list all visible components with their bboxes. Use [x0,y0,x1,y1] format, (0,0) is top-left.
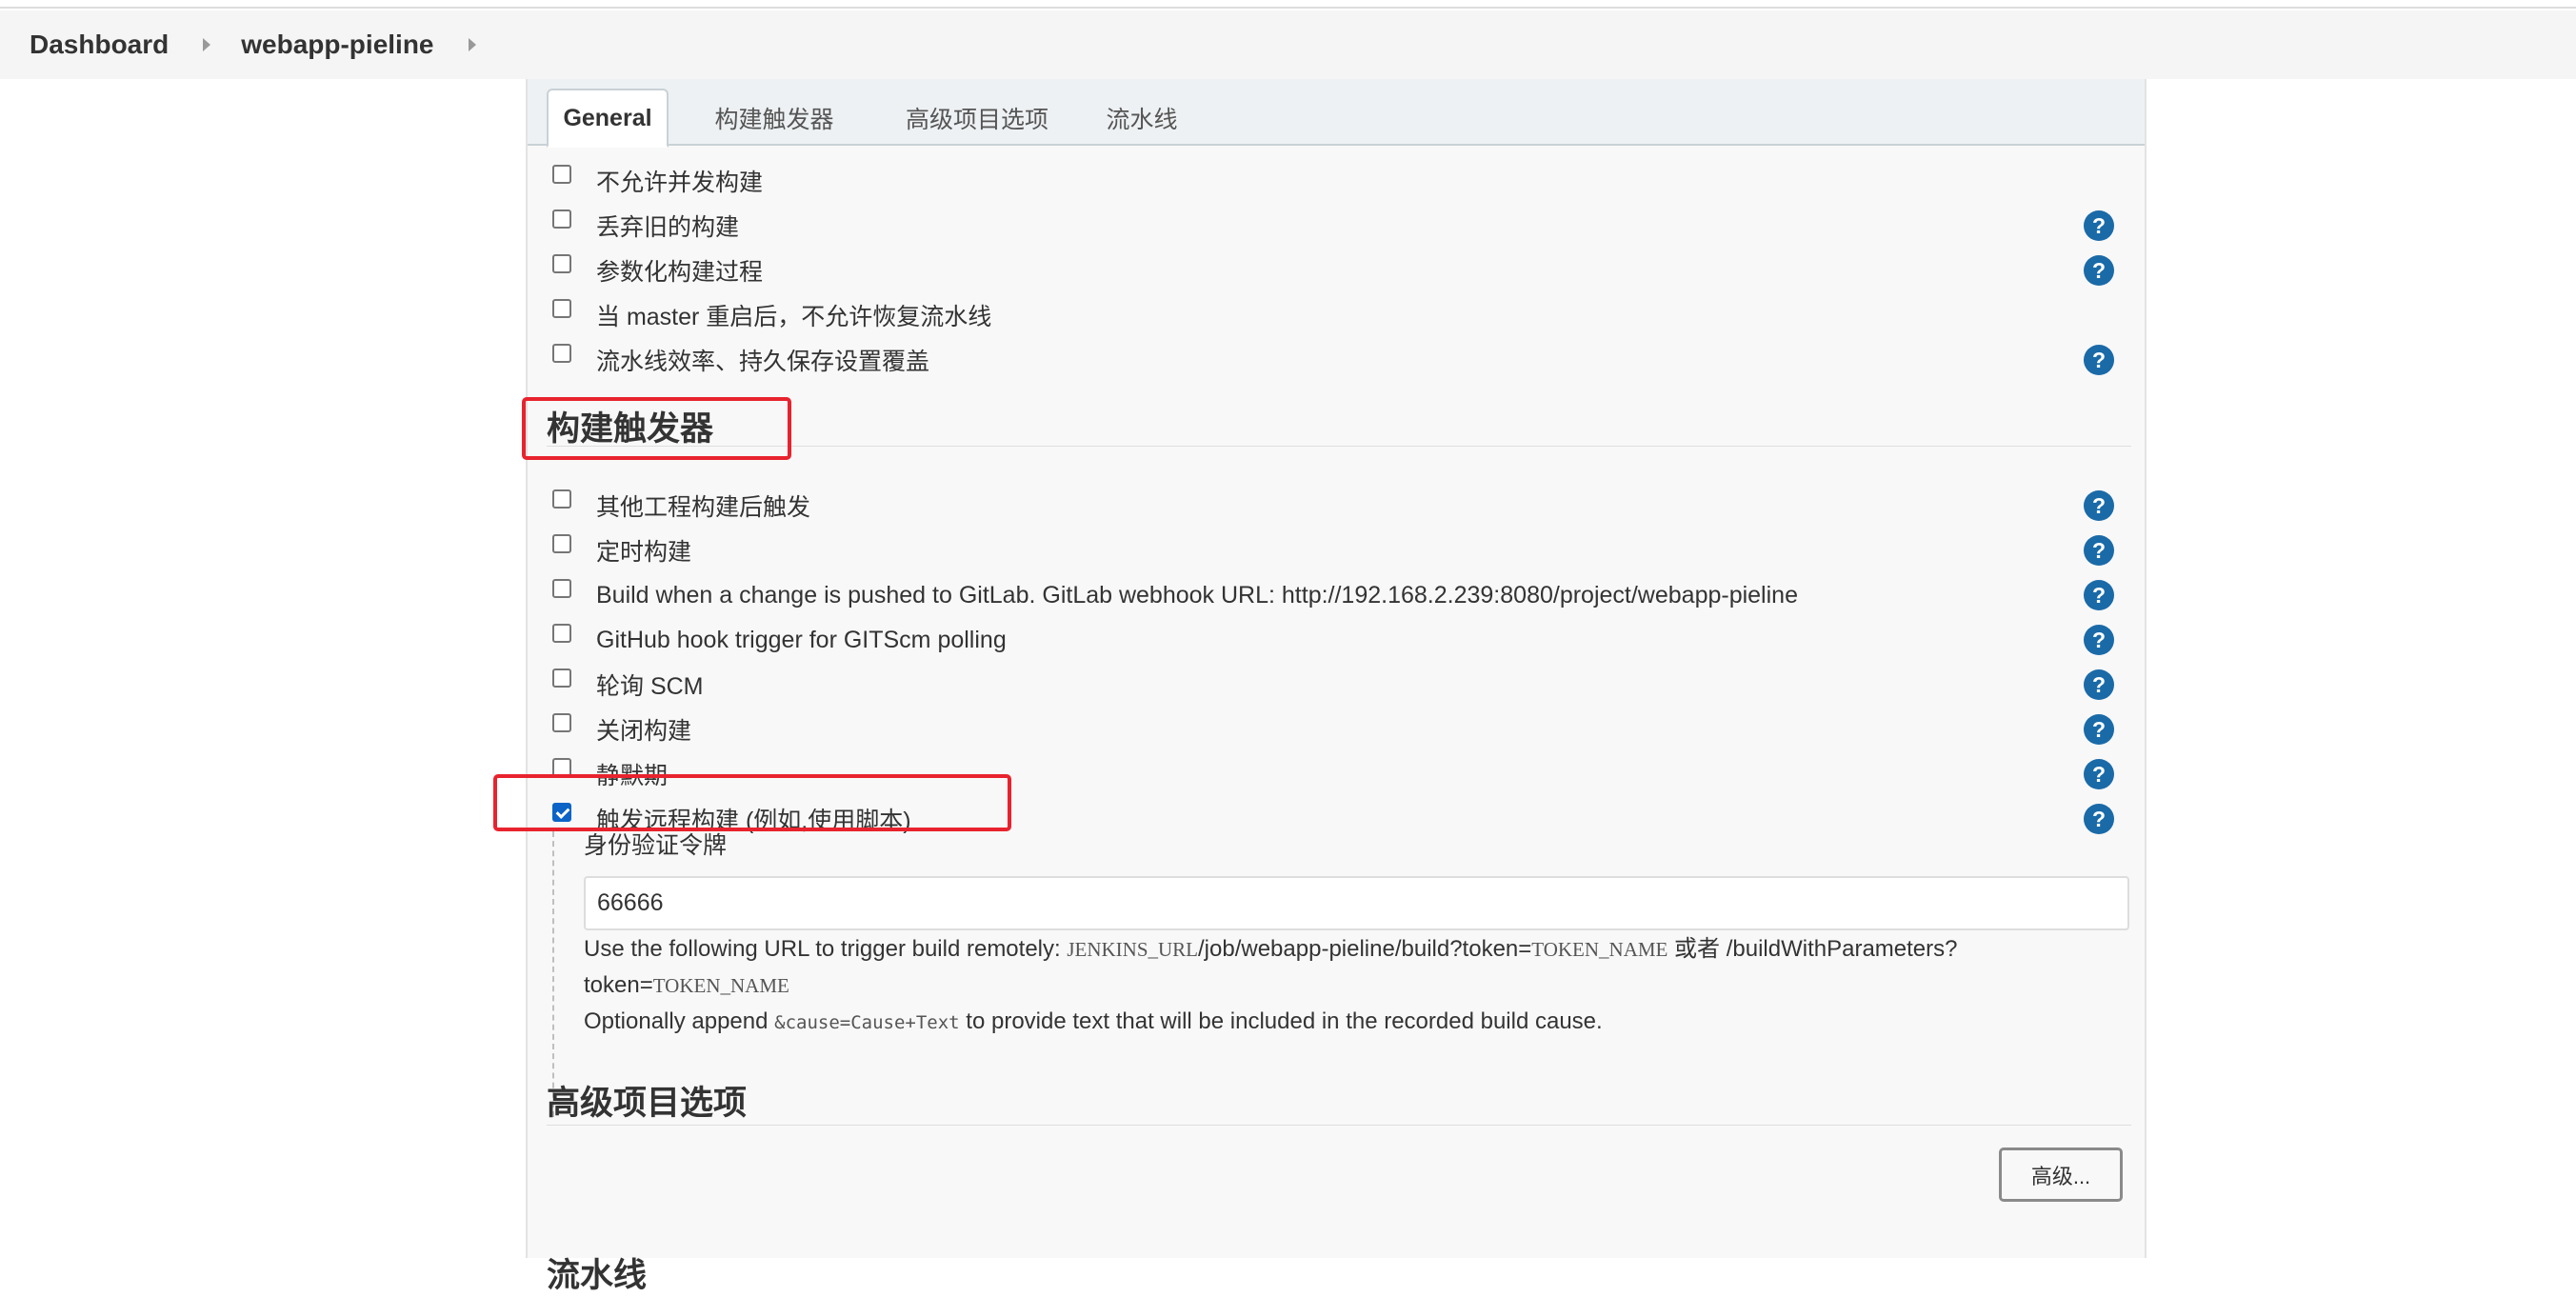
tab-advanced-options[interactable]: 高级项目选项 [872,89,1082,148]
advanced-button[interactable]: 高级... [1999,1147,2123,1202]
checkbox[interactable] [552,668,571,688]
trigger-disable-build: 关闭构建 ? [552,710,2114,748]
checkbox-checked[interactable] [552,803,571,822]
trigger-gitlab-push: Build when a change is pushed to GitLab.… [552,576,2114,614]
checkbox[interactable] [552,624,571,643]
section-title-pipeline: 流水线 [547,1257,648,1294]
help-icon[interactable]: ? [2084,580,2114,610]
option-discard-old-builds: 丢弃旧的构建 ? [552,207,2114,245]
option-parameterized-build: 参数化构建过程 ? [552,251,2114,289]
tab-pipeline[interactable]: 流水线 [1089,89,1194,148]
option-label: 其他工程构建后触发 [596,494,811,521]
help-icon[interactable]: ? [2084,255,2114,286]
section-title-advanced: 高级项目选项 [547,1085,748,1122]
breadcrumb-chevron-icon[interactable] [468,38,476,51]
checkbox[interactable] [552,758,571,777]
checkbox[interactable] [552,713,571,732]
trigger-poll-scm: 轮询 SCM ? [552,666,2114,704]
option-label: GitHub hook trigger for GITScm polling [596,626,1007,653]
checkbox[interactable] [552,534,571,553]
checkbox[interactable] [552,165,571,184]
config-tabbar: General 构建触发器 高级项目选项 流水线 [528,79,2145,148]
option-no-concurrent-builds: 不允许并发构建 [552,162,2114,200]
tab-build-triggers[interactable]: 构建触发器 [686,89,863,148]
help-text-segment: token= [584,972,653,998]
help-text-segment: Optionally append [584,1008,775,1034]
config-panel: General 构建触发器 高级项目选项 流水线 不允许并发构建 丢弃旧的构建 … [493,79,2147,1294]
checkbox[interactable] [552,579,571,598]
trigger-periodic: 定时构建 ? [552,531,2114,569]
trigger-github-hook: GitHub hook trigger for GITScm polling ? [552,621,2114,659]
help-icon[interactable]: ? [2084,490,2114,521]
help-icon[interactable]: ? [2084,759,2114,789]
option-label: 定时构建 [596,539,692,566]
token-label: 身份验证令牌 [584,832,728,859]
option-label: 关闭构建 [596,718,692,745]
help-code-segment: TOKEN_NAME [1531,938,1668,961]
help-icon[interactable]: ? [2084,714,2114,745]
tab-general[interactable]: General [547,89,669,148]
help-icon[interactable]: ? [2084,669,2114,700]
help-icon[interactable]: ? [2084,535,2114,566]
auth-token-input[interactable] [584,876,2129,930]
help-text-segment: Use the following URL to trigger build r… [584,936,1068,962]
breadcrumb-dashboard[interactable]: Dashboard [30,30,169,60]
help-code-segment: &cause=Cause+Text [774,1012,960,1033]
option-durability-override: 流水线效率、持久保存设置覆盖 ? [552,341,2114,379]
checkbox[interactable] [552,254,571,273]
nested-config-guide [552,831,554,1117]
help-icon[interactable]: ? [2084,804,2114,834]
help-text-segment: 或者 /buildWithParameters? [1667,936,1958,962]
checkbox[interactable] [552,489,571,509]
breadcrumb-chevron-icon[interactable] [203,38,211,51]
option-no-resume-pipeline: 当 master 重启后，不允许恢复流水线 [552,296,2114,334]
help-icon[interactable]: ? [2084,345,2114,375]
breadcrumb-job[interactable]: webapp-pieline [241,30,433,60]
help-icon[interactable]: ? [2084,210,2114,241]
option-label: 丢弃旧的构建 [596,214,740,241]
option-label: 静默期 [596,763,669,789]
breadcrumb: Dashboard webapp-pieline [0,10,2576,79]
checkbox[interactable] [552,210,571,229]
option-label: 不允许并发构建 [596,170,764,196]
option-label: 当 master 重启后，不允许恢复流水线 [596,304,992,330]
trigger-after-other-projects: 其他工程构建后触发 ? [552,487,2114,525]
help-code-segment: JENKINS_URL [1067,938,1199,961]
help-code-segment: TOKEN_NAME [652,974,789,997]
section-title-build-triggers: 构建触发器 [547,410,714,448]
trigger-remote-build: 触发远程构建 (例如,使用脚本) ? [552,800,2114,838]
option-label: 轮询 SCM [596,673,704,700]
section-divider [547,1125,2131,1126]
section-divider [547,446,2131,447]
remote-trigger-help: Use the following URL to trigger build r… [584,931,2127,1041]
checkbox[interactable] [552,299,571,318]
option-label: 流水线效率、持久保存设置覆盖 [596,349,930,375]
help-text-segment: to provide text that will be included in… [959,1008,1603,1034]
option-label: 参数化构建过程 [596,259,764,286]
help-icon[interactable]: ? [2084,625,2114,655]
trigger-quiet-period: 静默期 ? [552,755,2114,793]
checkbox[interactable] [552,344,571,363]
top-edge [0,0,2576,9]
help-text-segment: /job/webapp-pieline/build?token= [1198,936,1532,962]
option-label: Build when a change is pushed to GitLab.… [596,581,1798,609]
